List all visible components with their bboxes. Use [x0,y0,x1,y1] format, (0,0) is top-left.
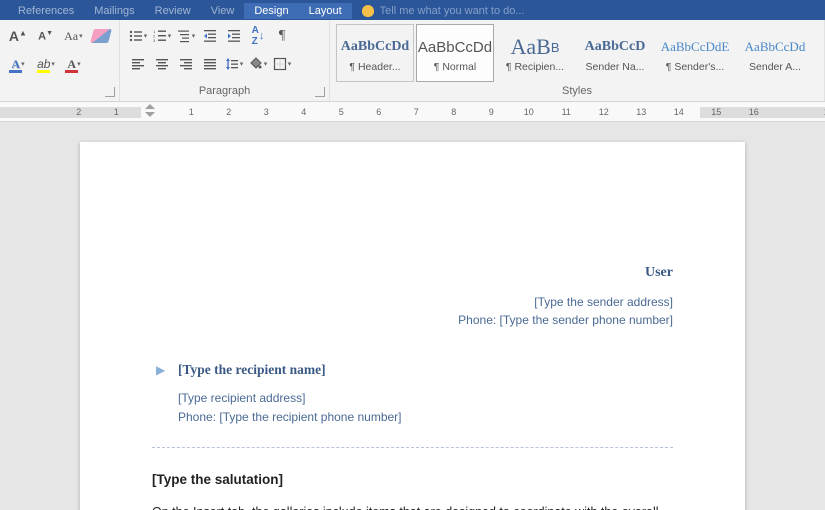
bulb-icon [362,5,374,17]
font-group: A▲ A▼ Aa▾ A▾ ab▾ A▾ [0,20,120,101]
justify-button[interactable] [198,53,222,75]
align-right-button[interactable] [174,53,198,75]
styles-group-label: Styles [330,85,824,97]
style-item-1[interactable]: AaBbCcDd¶ Normal [416,24,494,82]
numbering-button[interactable]: 123▾ [150,25,174,47]
ruler-number: 17 [810,107,825,117]
ruler-number: 8 [435,107,473,117]
ruler-number: 3 [248,107,286,117]
paragraph-group-label: Paragraph [120,85,329,97]
ruler-number: 16 [735,107,773,117]
document-area: User [Type the sender address] Phone: [T… [0,122,825,510]
body-paragraph[interactable]: On the Insert tab, the galleries include… [152,503,673,510]
highlight-button[interactable]: ab▾ [34,53,58,75]
bullets-button[interactable]: ▾ [126,25,150,47]
style-item-2[interactable]: AaBB¶ Recipien... [496,24,574,82]
styles-group: AaBbCcDd¶ Header...AaBbCcDd¶ NormalAaBB¶… [330,20,825,101]
paragraph-group: ▾ 123▾ ▾ AZ↓ ¶ ▾ ▾ ▾ Paragraph [120,20,330,101]
ruler-number: 7 [398,107,436,117]
ribbon-tabs: References Mailings Review View Design L… [0,4,825,20]
grow-font-button[interactable]: A▲ [6,25,30,47]
ruler-number: 6 [360,107,398,117]
tab-layout[interactable]: Layout [299,3,352,19]
ruler-number: 2 [60,107,98,117]
ruler-number: 2 [210,107,248,117]
font-color-button[interactable]: A▾ [62,53,86,75]
style-name: ¶ Sender's... [657,61,733,73]
recipient-address[interactable]: [Type recipient address] [178,389,673,408]
tab-mailings[interactable]: Mailings [84,3,144,19]
ruler-number: 1 [98,107,136,117]
style-preview: AaBbCcDd [341,33,409,61]
style-preview: AaBbCcD [585,33,646,61]
align-center-button[interactable] [150,53,174,75]
clear-formatting-button[interactable] [89,25,113,47]
increase-indent-button[interactable] [222,25,246,47]
horizontal-ruler[interactable]: 21123456789101112131415161718 [0,102,825,122]
page[interactable]: User [Type the sender address] Phone: [T… [80,142,745,510]
recipient-phone[interactable]: [Type the recipient phone number] [219,410,401,424]
style-name: ¶ Header... [337,61,413,73]
sender-phone-label: Phone: [458,313,499,327]
tell-me-search[interactable]: Tell me what you want to do... [352,3,535,19]
salutation[interactable]: [Type the salutation] [152,472,673,487]
recipient-name[interactable]: [Type the recipient name] [178,359,673,381]
tab-references[interactable]: References [8,3,84,19]
ruler-number: 4 [285,107,323,117]
multilevel-list-button[interactable]: ▾ [174,25,198,47]
ruler-number: 9 [473,107,511,117]
sender-block: User [Type the sender address] Phone: [T… [152,262,673,329]
sender-name[interactable]: User [152,262,673,283]
ruler-number: 15 [698,107,736,117]
ruler-number: 10 [510,107,548,117]
style-item-4[interactable]: AaBbCcDdE¶ Sender's... [656,24,734,82]
ruler-number: 14 [660,107,698,117]
text-effects-button[interactable]: A▾ [6,53,30,75]
line-spacing-button[interactable]: ▾ [222,53,246,75]
font-dialog-launcher[interactable] [105,87,115,97]
style-preview: AaBbCcDd [418,33,492,61]
change-case-button[interactable]: Aa▾ [62,25,86,47]
sender-phone[interactable]: [Type the sender phone number] [500,313,673,327]
sort-button[interactable]: AZ↓ [246,25,270,47]
eraser-icon [90,29,112,43]
ruler-number: 12 [585,107,623,117]
style-item-0[interactable]: AaBbCcDd¶ Header... [336,24,414,82]
tab-view[interactable]: View [201,3,245,19]
style-preview: AaBB [511,33,560,61]
style-preview: AaBbCcDdE [661,33,730,61]
style-item-5[interactable]: AaBbCcDdSender A... [736,24,814,82]
style-name: ¶ Normal [417,61,493,73]
style-name: Sender A... [737,61,813,73]
ruler-number: 13 [623,107,661,117]
ruler-number: 1 [173,107,211,117]
style-preview: AaBbCcDd [745,33,806,61]
recipient-block: ▶ [Type the recipient name] [Type recipi… [152,359,673,427]
sender-address[interactable]: [Type the sender address] [152,293,673,311]
divider [152,447,673,448]
decrease-indent-button[interactable] [198,25,222,47]
svg-text:3: 3 [153,38,156,43]
ruler-number [135,107,173,117]
borders-button[interactable]: ▾ [270,53,294,75]
tab-review[interactable]: Review [145,3,201,19]
ruler-number: 5 [323,107,361,117]
align-left-button[interactable] [126,53,150,75]
ribbon: A▲ A▼ Aa▾ A▾ ab▾ A▾ ▾ 123▾ ▾ AZ↓ ¶ ▾ [0,20,825,102]
shrink-font-button[interactable]: A▼ [34,25,58,47]
tab-design[interactable]: Design [244,3,298,19]
tell-me-label: Tell me what you want to do... [380,5,525,17]
arrow-icon: ▶ [156,361,165,380]
style-name: Sender Na... [577,61,653,73]
shading-button[interactable]: ▾ [246,53,270,75]
ruler-number [773,107,811,117]
show-marks-button[interactable]: ¶ [270,25,294,47]
style-name: ¶ Recipien... [497,61,573,73]
ruler-number: 11 [548,107,586,117]
style-item-3[interactable]: AaBbCcDSender Na... [576,24,654,82]
recipient-phone-label: Phone: [178,410,219,424]
paragraph-dialog-launcher[interactable] [315,87,325,97]
